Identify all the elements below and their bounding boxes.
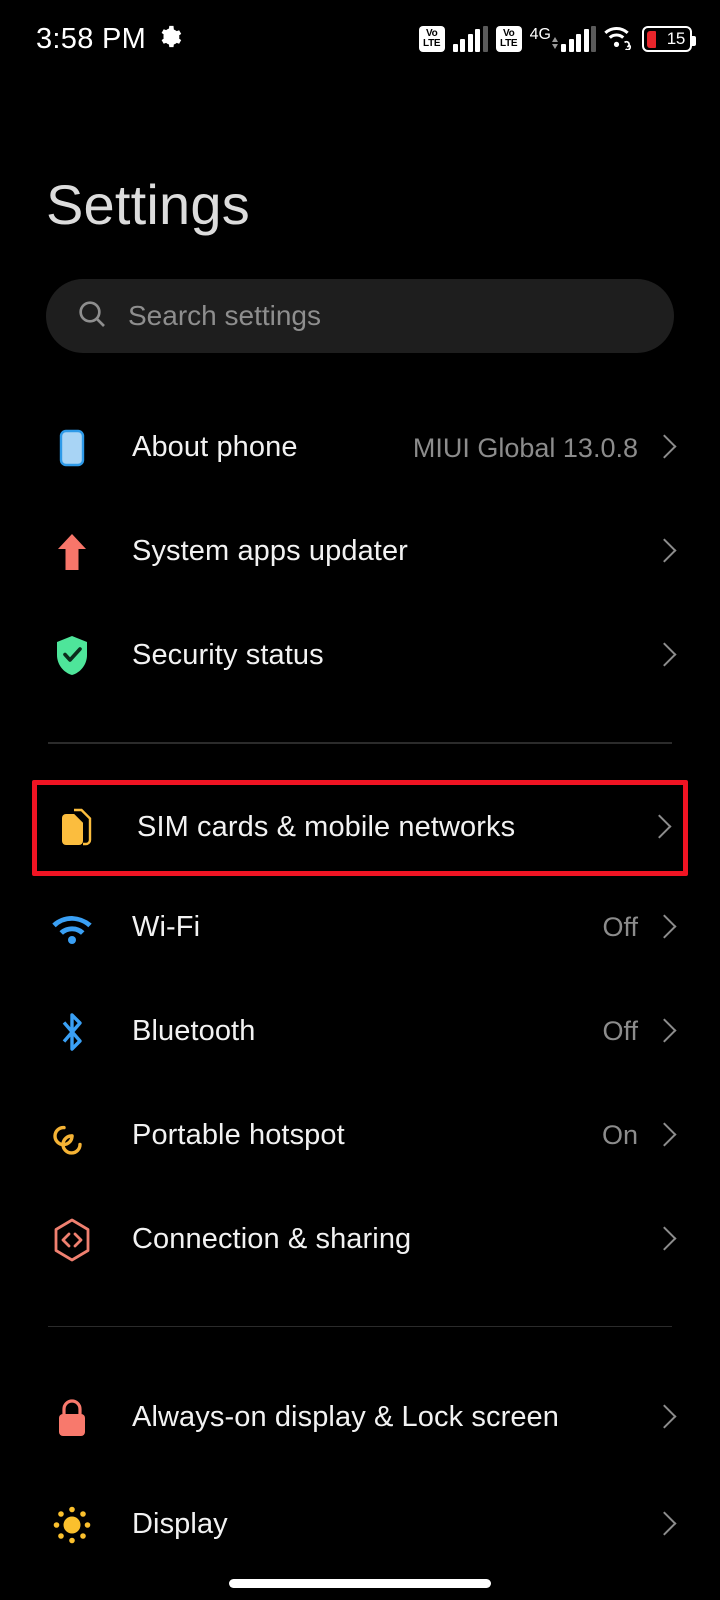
list-item-label: Security status bbox=[132, 639, 324, 672]
network-type-label: 4G bbox=[529, 26, 551, 43]
settings-screen: 3:58 PM Vo LTE Vo LTE 4G 15 Settings Sea… bbox=[0, 0, 720, 1600]
list-item-label: System apps updater bbox=[132, 535, 408, 568]
list-item-sim-cards-mobile-networks[interactable]: SIM cards & mobile networks bbox=[37, 785, 683, 871]
volte-sim1-icon: Vo LTE bbox=[418, 26, 445, 52]
settings-list: About phone MIUI Global 13.0.8 System ap… bbox=[0, 396, 720, 1577]
shield-check-icon bbox=[46, 630, 98, 682]
search-icon bbox=[76, 298, 108, 335]
list-item-label: Display bbox=[132, 1508, 228, 1541]
signal-sim2-group: 4G bbox=[530, 26, 596, 52]
volte-sim1-bottom: LTE bbox=[423, 38, 441, 49]
brightness-icon bbox=[46, 1499, 98, 1551]
list-item-value: Off bbox=[602, 912, 638, 942]
list-item-system-apps-updater[interactable]: System apps updater bbox=[0, 500, 720, 604]
data-activity-icon bbox=[552, 37, 558, 49]
list-item-label: Connection & sharing bbox=[132, 1222, 412, 1255]
chevron-right-icon bbox=[654, 639, 674, 673]
signal-sim2-icon bbox=[561, 26, 596, 52]
chevron-right-icon bbox=[654, 911, 674, 945]
bluetooth-icon bbox=[46, 1006, 98, 1058]
battery-icon: 15 bbox=[642, 26, 696, 52]
list-item-label: SIM cards & mobile networks bbox=[137, 810, 516, 843]
battery-percent-label: 15 bbox=[666, 29, 686, 48]
list-item-security-status[interactable]: Security status bbox=[0, 604, 720, 708]
chevron-right-icon bbox=[654, 1015, 674, 1049]
list-item-about-phone[interactable]: About phone MIUI Global 13.0.8 bbox=[0, 396, 720, 500]
hotspot-icon bbox=[46, 1110, 98, 1162]
volte-sim2-icon: Vo LTE bbox=[495, 26, 522, 52]
home-indicator[interactable] bbox=[229, 1579, 491, 1588]
list-item-portable-hotspot[interactable]: Portable hotspot On bbox=[0, 1084, 720, 1188]
list-item-always-on-display-lock-screen[interactable]: Always-on display & Lock screen bbox=[0, 1363, 720, 1473]
list-item-connection-sharing[interactable]: Connection & sharing bbox=[0, 1188, 720, 1292]
list-item-label: Wi-Fi bbox=[132, 910, 201, 943]
search-input[interactable]: Search settings bbox=[46, 279, 674, 353]
chevron-right-icon bbox=[654, 1223, 674, 1257]
chevron-right-icon bbox=[654, 1508, 674, 1542]
status-bar: 3:58 PM Vo LTE Vo LTE 4G 15 bbox=[0, 0, 720, 78]
sim-card-icon bbox=[51, 802, 103, 854]
phone-icon bbox=[46, 422, 98, 474]
highlight-box: SIM cards & mobile networks bbox=[32, 779, 688, 876]
list-item-label: About phone bbox=[132, 431, 298, 464]
arrow-up-icon bbox=[46, 526, 98, 578]
list-item-label: Always-on display & Lock screen bbox=[132, 1401, 560, 1434]
list-item-value: Off bbox=[602, 1016, 638, 1046]
list-item-value: MIUI Global 13.0.8 bbox=[412, 432, 638, 463]
chevron-right-icon bbox=[654, 1401, 674, 1435]
list-item-value: On bbox=[601, 1120, 638, 1150]
signal-sim1-icon bbox=[452, 26, 488, 52]
status-bar-left: 3:58 PM bbox=[36, 23, 182, 56]
chevron-right-icon bbox=[654, 431, 674, 465]
list-item-display[interactable]: Display bbox=[0, 1473, 720, 1577]
search-placeholder: Search settings bbox=[128, 300, 321, 331]
lock-icon bbox=[46, 1392, 98, 1444]
list-item-label: Bluetooth bbox=[132, 1014, 256, 1047]
status-bar-right: Vo LTE Vo LTE 4G 15 bbox=[418, 24, 696, 55]
wifi-icon bbox=[604, 24, 634, 55]
chevron-right-icon bbox=[654, 535, 674, 569]
volte-sim2-bottom: LTE bbox=[500, 38, 518, 49]
chevron-right-icon bbox=[649, 811, 669, 845]
status-bar-clock: 3:58 PM bbox=[36, 22, 147, 55]
connection-sharing-icon bbox=[46, 1214, 98, 1266]
page-title: Settings bbox=[46, 173, 250, 236]
list-item-bluetooth[interactable]: Bluetooth Off bbox=[0, 980, 720, 1084]
gear-icon bbox=[158, 25, 182, 54]
wifi-icon bbox=[46, 902, 98, 954]
list-item-wifi[interactable]: Wi-Fi Off bbox=[0, 876, 720, 980]
list-item-label: Portable hotspot bbox=[132, 1118, 345, 1151]
battery-fill bbox=[646, 30, 656, 48]
chevron-right-icon bbox=[654, 1119, 674, 1153]
